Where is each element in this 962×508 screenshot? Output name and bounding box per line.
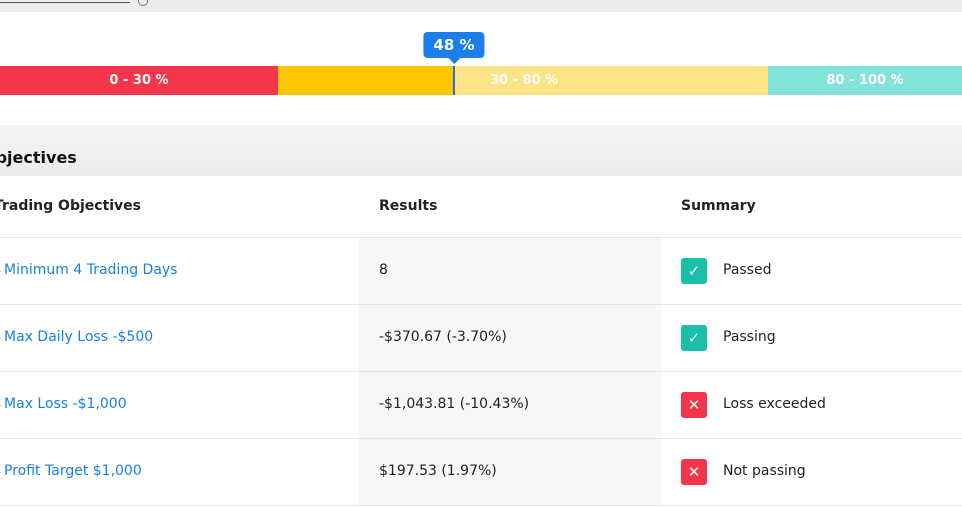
segment-progress-fill [278, 66, 454, 95]
column-header-summary: Summary [681, 198, 756, 214]
objective-link[interactable]: ▸Max Daily Loss -$500 [0, 329, 153, 345]
summary-text: Loss exceeded [723, 396, 826, 412]
objective-label: Minimum 4 Trading Days [4, 262, 178, 278]
table-row: ▸Profit Target $1,000 $197.53 (1.97%) ✕ … [0, 439, 962, 506]
objective-link[interactable]: ▸Profit Target $1,000 [0, 463, 142, 479]
expand-arrow-icon: ▸ [0, 266, 1, 277]
progress-card: 0 - 30 % 30 - 80 % 80 - 100 % 48 % [0, 12, 962, 125]
section-title: Objectives [0, 148, 77, 167]
check-icon: ✓ [681, 325, 707, 351]
objective-link[interactable]: ▸Max Loss -$1,000 [0, 396, 127, 412]
trading-objectives-page: 0 - 30 % 30 - 80 % 80 - 100 % 48 % Objec… [0, 0, 962, 508]
objectives-table: Trading Objectives Results Summary ▸Mini… [0, 176, 962, 506]
column-header-objectives: Trading Objectives [0, 198, 142, 214]
table-row: ▸Max Loss -$1,000 -$1,043.81 (-10.43%) ✕… [0, 372, 962, 439]
info-icon[interactable] [138, 0, 148, 6]
objective-label: Max Daily Loss -$500 [4, 329, 154, 345]
cross-icon: ✕ [681, 392, 707, 418]
objective-link[interactable]: ▸Minimum 4 Trading Days [0, 262, 177, 278]
objective-label: Max Loss -$1,000 [4, 396, 127, 412]
result-cell-bg [359, 238, 661, 304]
table-row: ▸Max Daily Loss -$500 -$370.67 (-3.70%) … [0, 305, 962, 372]
summary-text: Passing [723, 329, 776, 345]
segment-low-label: 0 - 30 % [109, 73, 169, 88]
progress-tooltip: 48 % [423, 32, 485, 64]
progress-bar: 0 - 30 % 30 - 80 % 80 - 100 % [0, 66, 962, 95]
segment-high-label: 80 - 100 % [826, 73, 904, 88]
result-value: -$1,043.81 (-10.43%) [379, 396, 530, 412]
expand-arrow-icon: ▸ [0, 467, 1, 478]
summary-text: Not passing [723, 463, 806, 479]
segment-low: 0 - 30 % [0, 66, 278, 95]
check-icon: ✓ [681, 258, 707, 284]
top-strip [0, 0, 962, 12]
cross-icon: ✕ [681, 459, 707, 485]
segment-mid-label: 30 - 80 % [490, 73, 559, 88]
section-title-text: Objectives [0, 148, 77, 167]
expand-arrow-icon: ▸ [0, 400, 1, 411]
summary-text: Passed [723, 262, 772, 278]
section-header-band [0, 125, 962, 176]
table-row: ▸Minimum 4 Trading Days 8 ✓ Passed [0, 238, 962, 305]
progress-marker [453, 66, 455, 95]
column-header-results: Results [379, 198, 438, 214]
result-value: $197.53 (1.97%) [379, 463, 497, 479]
segment-high: 80 - 100 % [768, 66, 962, 95]
result-value: 8 [379, 262, 388, 278]
cut-off-heading [0, 0, 130, 3]
objective-label: Profit Target $1,000 [4, 463, 142, 479]
table-header: Trading Objectives Results Summary [0, 176, 962, 238]
result-value: -$370.67 (-3.70%) [379, 329, 507, 345]
segment-mid: 30 - 80 % [454, 66, 768, 95]
expand-arrow-icon: ▸ [0, 333, 1, 344]
